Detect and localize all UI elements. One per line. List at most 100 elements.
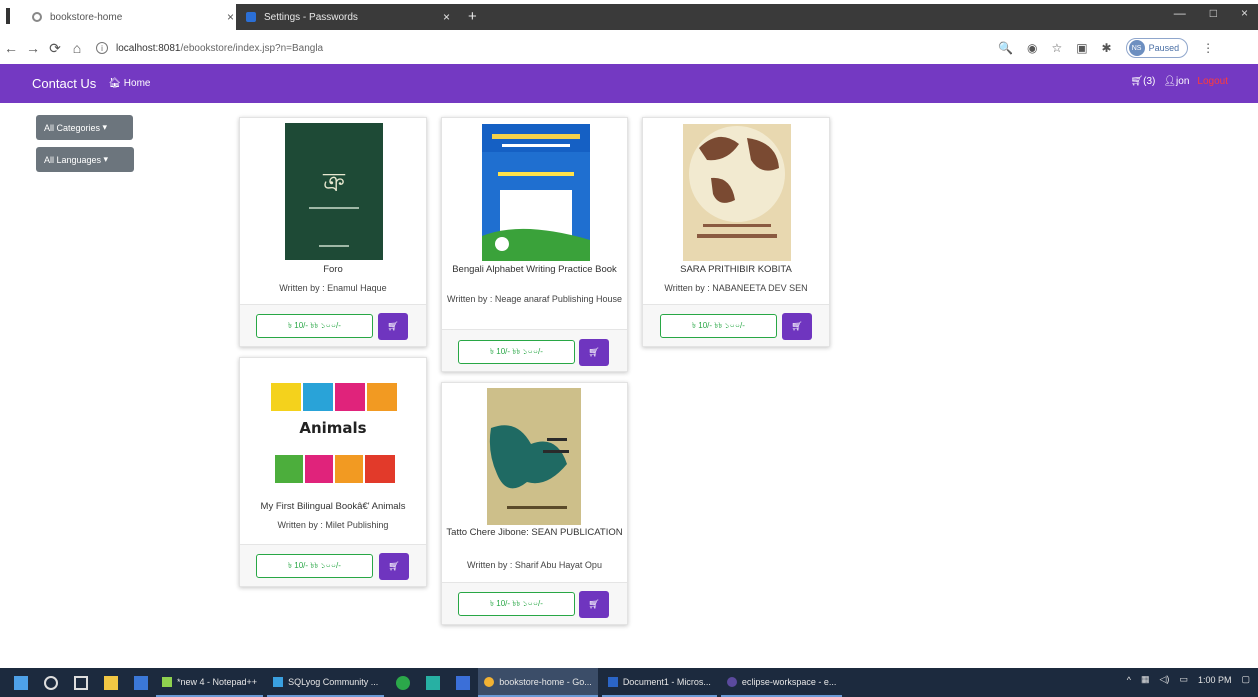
categories-dropdown[interactable]: All Categories ▾ [36, 115, 133, 140]
word-icon [607, 676, 618, 687]
tab-settings-passwords[interactable]: Settings - Passwords × [236, 4, 460, 30]
chrome-icon[interactable] [396, 675, 411, 690]
book-title[interactable]: My First Bilingual Bookâ€' Animals [244, 501, 422, 512]
book-card: SARA PRITHIBIR KOBITA Written by : NABAN… [642, 117, 830, 347]
search-icon[interactable] [44, 675, 58, 690]
add-to-cart-button[interactable]: 🛒︎ [378, 313, 408, 340]
url-host: localhost:8081 [116, 42, 181, 54]
add-to-cart-button[interactable]: 🛒︎ [379, 553, 409, 580]
extension-icon[interactable]: ◉ [1027, 41, 1037, 55]
close-tab-icon[interactable]: × [443, 10, 450, 24]
maximize-button[interactable]: □ [1210, 6, 1217, 20]
price-button[interactable]: ৳ 10/- ৳৳ ১০০/- [458, 340, 575, 364]
file-explorer-icon[interactable] [104, 675, 118, 690]
taskbar-app-notepad[interactable]: *new 4 - Notepad++ [156, 668, 264, 697]
price-button[interactable]: ৳ 10/- ৳৳ ১০০/- [256, 554, 373, 578]
book-title[interactable]: Foro [244, 264, 422, 275]
contact-us-link[interactable]: Contact Us [32, 76, 96, 91]
languages-dropdown[interactable]: All Languages ▾ [36, 147, 134, 172]
windows-taskbar: *new 4 - Notepad++ SQLyog Community ... … [0, 668, 1258, 697]
card-footer: ৳ 10/- ৳৳ ১০০/- 🛒︎ [240, 544, 426, 586]
cart-icon: 🛒︎ [588, 599, 600, 609]
new-tab-button[interactable]: + [468, 8, 477, 25]
user-icon: 👤︎ [1163, 76, 1177, 87]
book-cover[interactable] [683, 124, 791, 261]
user-link[interactable]: 👤︎jon [1163, 76, 1189, 87]
taskbar-app-chrome[interactable]: bookstore-home - Go... [478, 668, 598, 697]
app-icon[interactable] [456, 675, 471, 690]
windows-start-icon[interactable] [14, 675, 28, 690]
app-icon[interactable] [426, 675, 441, 690]
eclipse-icon [726, 676, 737, 687]
book-card: ক্র Foro Written by : Enamul Haque ৳ 10/… [239, 117, 427, 347]
network-icon[interactable]: ▦ [1141, 674, 1150, 685]
minimize-button[interactable]: — [1174, 6, 1186, 20]
navbar-right: 🛒︎(3) 👤︎jon Logout [1130, 76, 1228, 87]
cart-icon: 🛒︎ [791, 321, 803, 331]
book-title[interactable]: Bengali Alphabet Writing Practice Book [446, 264, 623, 275]
book-cover[interactable]: Animals [265, 363, 402, 498]
book-author: Written by : Enamul Haque [279, 283, 387, 293]
book-title[interactable]: SARA PRITHIBIR KOBITA [647, 264, 825, 275]
reload-icon[interactable]: ⟳ [44, 40, 66, 57]
cast-icon[interactable]: ▣ [1076, 41, 1087, 55]
profile-button[interactable]: NS Paused [1125, 38, 1189, 58]
system-tray: ^ ▦ ◁) ▭ 1:00 PM ▢ [1127, 674, 1250, 685]
book-cover[interactable] [487, 388, 581, 525]
tab-bookstore-home[interactable]: bookstore-home × [22, 4, 244, 30]
notepad-icon [162, 676, 172, 687]
add-to-cart-button[interactable]: 🛒︎ [579, 339, 609, 366]
home-link[interactable]: 🏠︎ Home [108, 78, 150, 89]
book-cover[interactable] [482, 124, 590, 261]
caret-down-icon: ▾ [100, 122, 108, 132]
close-window-button[interactable]: × [1241, 6, 1248, 20]
add-to-cart-button[interactable]: 🛒︎ [782, 313, 812, 340]
keyboard-icon[interactable]: ▭ [1179, 674, 1188, 685]
card-footer: ৳ 10/- ৳৳ ১০০/- 🛒︎ [643, 304, 829, 346]
profile-status: Paused [1148, 43, 1180, 53]
tab-strip-background [460, 4, 1258, 30]
taskbar-app-eclipse[interactable]: eclipse-workspace - e... [720, 668, 843, 697]
volume-icon[interactable]: ◁) [1160, 674, 1170, 685]
cart-icon: 🛒︎ [387, 321, 399, 331]
globe-icon [32, 12, 42, 22]
sqlyog-icon [273, 676, 284, 687]
task-view-icon[interactable] [74, 675, 88, 690]
book-card: Tatto Chere Jibone: SEAN PUBLICATION Wri… [441, 382, 628, 625]
price-button[interactable]: ৳ 10/- ৳৳ ১০০/- [660, 314, 777, 338]
close-tab-icon[interactable]: × [227, 10, 234, 24]
caret-down-icon: ▾ [101, 154, 109, 164]
puzzle-icon[interactable]: ✱ [1102, 41, 1112, 55]
price-button[interactable]: ৳ 10/- ৳৳ ১০০/- [458, 592, 575, 616]
forward-arrow-icon[interactable]: → [22, 40, 44, 56]
add-to-cart-button[interactable]: 🛒︎ [579, 591, 609, 618]
book-cover[interactable]: ক্র [285, 123, 383, 260]
cart-link[interactable]: 🛒︎(3) [1130, 76, 1155, 87]
book-card: Bengali Alphabet Writing Practice Book W… [441, 117, 628, 372]
url-path: /ebookstore/index.jsp?n=Bangla [180, 42, 324, 54]
chevron-up-icon[interactable]: ^ [1127, 675, 1131, 685]
logout-link[interactable]: Logout [1197, 76, 1228, 87]
home-icon[interactable]: ⌂ [66, 40, 88, 56]
avatar: NS [1128, 40, 1145, 56]
book-cover-art [689, 126, 785, 238]
window-edge [6, 8, 10, 24]
taskbar-app-sqlyog[interactable]: SQLyog Community ... [267, 668, 385, 697]
taskbar-app-word[interactable]: Document1 - Micros... [601, 668, 717, 697]
star-icon[interactable]: ☆ [1051, 41, 1062, 55]
url-input[interactable]: i localhost:8081 /ebookstore/index.jsp?n… [96, 37, 926, 59]
zoom-icon[interactable]: 🔍 [998, 41, 1013, 55]
store-icon[interactable] [134, 675, 148, 690]
cart-icon: 🛒︎ [1130, 76, 1144, 87]
notification-icon[interactable]: ▢ [1241, 674, 1250, 685]
info-icon[interactable]: i [96, 42, 108, 54]
back-arrow-icon[interactable]: ← [0, 40, 22, 56]
menu-icon[interactable]: ⋮ [1202, 41, 1214, 55]
card-footer: ৳ 10/- ৳৳ ১০০/- 🛒︎ [442, 582, 627, 624]
cart-icon: 🛒︎ [588, 347, 600, 357]
book-title[interactable]: Tatto Chere Jibone: SEAN PUBLICATION [446, 527, 623, 538]
price-button[interactable]: ৳ 10/- ৳৳ ১০০/- [256, 314, 373, 338]
clock[interactable]: 1:00 PM [1198, 675, 1232, 685]
book-cover-art: Animals [271, 383, 397, 483]
book-author: Written by : Neage anaraf Publishing Hou… [447, 294, 622, 304]
